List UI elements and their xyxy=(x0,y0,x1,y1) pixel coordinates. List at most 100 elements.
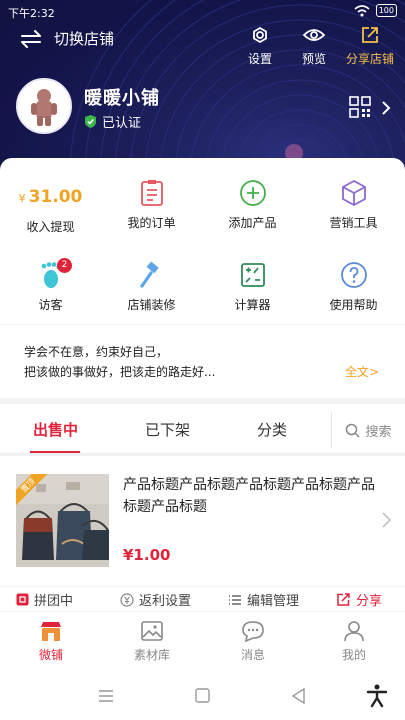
product-actions: 拼团中 返利设置 编辑管理 分享 xyxy=(0,586,405,610)
qr-code-icon[interactable] xyxy=(349,96,371,118)
share-icon xyxy=(362,27,378,43)
product-thumbnail[interactable]: 置顶 xyxy=(16,474,109,567)
add-product[interactable]: 添加产品 xyxy=(202,178,303,231)
chevron-right-icon[interactable] xyxy=(381,100,391,116)
preview-label: 预览 xyxy=(301,52,326,66)
tab-off-shelf[interactable]: 已下架 xyxy=(145,419,190,440)
baby-suit-image xyxy=(31,89,57,126)
accessibility-icon[interactable] xyxy=(366,684,388,708)
notice-read-more-link[interactable]: 全文> xyxy=(345,363,379,380)
marketing-tools[interactable]: 营销工具 xyxy=(303,178,404,231)
calculator[interactable]: 计算器 xyxy=(202,260,303,313)
group-buy-icon xyxy=(16,593,29,606)
switch-shop-button[interactable]: 切换店铺 xyxy=(20,28,114,49)
settings-label: 设置 xyxy=(247,52,272,66)
search-button[interactable]: 搜索 xyxy=(331,412,405,448)
clipboard-icon xyxy=(140,180,163,206)
edit-manage-label: 编辑管理 xyxy=(247,594,300,609)
income-amount: ¥31.00 xyxy=(18,187,83,207)
nav-materials-label: 素材库 xyxy=(133,648,170,662)
eye-icon xyxy=(302,29,326,41)
usage-help-label: 使用帮助 xyxy=(329,298,378,312)
back-triangle-icon[interactable] xyxy=(290,687,308,705)
status-time: 下午2:32 xyxy=(8,7,55,20)
notice-line-1: 学会不在意，约束好自己， xyxy=(24,345,169,359)
income-withdraw[interactable]: ¥31.00 收入提现 xyxy=(0,182,101,235)
visitors-label: 访客 xyxy=(38,298,63,312)
shop-decoration[interactable]: 店铺装修 xyxy=(101,260,202,313)
verified-label: 已认证 xyxy=(102,116,142,131)
product-price: ¥1.00 xyxy=(123,546,171,564)
shop-profile[interactable]: 暖暖小铺 已认证 xyxy=(16,78,391,138)
home-square-icon[interactable] xyxy=(194,687,212,705)
product-tabs: 出售中 已下架 分类 搜索 xyxy=(0,404,405,454)
my-orders[interactable]: 我的订单 xyxy=(101,178,202,231)
dashboard-card: ¥31.00 收入提现 我的订单 添加产品 营销工具 2 访客 店铺装修 计算器… xyxy=(0,158,405,398)
switch-shop-label: 切换店铺 xyxy=(54,30,115,48)
visitors[interactable]: 2 访客 xyxy=(0,258,101,313)
battery-indicator: 100 xyxy=(375,4,397,17)
rebate-settings-label: 返利设置 xyxy=(139,594,192,609)
wifi-icon xyxy=(354,4,370,16)
settings-button[interactable]: 设置 xyxy=(232,24,288,67)
shop-name: 暖暖小铺 xyxy=(84,88,160,109)
shield-check-icon xyxy=(85,115,96,128)
add-product-label: 添加产品 xyxy=(228,216,277,230)
nav-mine[interactable]: 我的 xyxy=(319,620,389,663)
status-bar: 下午2:32 100 xyxy=(0,0,405,24)
hammer-icon xyxy=(139,261,159,288)
yen-circle-icon xyxy=(120,592,134,607)
calculator-icon xyxy=(240,263,265,287)
marketing-tools-label: 营销工具 xyxy=(329,216,378,230)
list-icon xyxy=(229,594,241,605)
menu-icon[interactable] xyxy=(97,687,115,705)
cube-icon xyxy=(341,179,366,207)
nav-messages[interactable]: 消息 xyxy=(218,620,288,663)
notice-line-2: 把该做的事做好，把该走的路走好... xyxy=(24,365,216,379)
calculator-label: 计算器 xyxy=(234,298,271,312)
switch-arrows-icon xyxy=(21,29,41,48)
store-icon xyxy=(41,622,61,641)
shop-avatar[interactable] xyxy=(16,78,72,134)
rebate-settings-button[interactable]: 返利设置 xyxy=(120,590,191,609)
plus-circle-icon xyxy=(239,180,266,206)
user-icon xyxy=(344,621,364,642)
nav-messages-label: 消息 xyxy=(240,648,265,662)
nav-shop[interactable]: 微铺 xyxy=(16,620,86,663)
share-product-button[interactable]: 分享 xyxy=(336,590,382,609)
income-label: 收入提现 xyxy=(26,220,75,234)
help-circle-icon xyxy=(340,262,367,288)
bottom-navigation: 微铺 素材库 消息 我的 xyxy=(0,611,405,675)
nav-materials[interactable]: 素材库 xyxy=(117,620,187,663)
my-orders-label: 我的订单 xyxy=(127,216,176,230)
visitors-badge: 2 xyxy=(57,258,72,273)
notice-panel: 学会不在意，约束好自己， 把该做的事做好，把该走的路走好... 全文> xyxy=(0,324,405,388)
chevron-right-icon[interactable] xyxy=(382,512,391,528)
image-gallery-icon xyxy=(141,621,163,641)
share-product-label: 分享 xyxy=(356,594,383,609)
share-shop-button[interactable]: 分享店铺 xyxy=(340,24,400,67)
top-bar: 切换店铺 设置 预览 分享店铺 xyxy=(0,24,405,68)
product-title: 产品标题产品标题产品标题产品标题产品标题产品标题 xyxy=(123,477,375,515)
group-buy-button[interactable]: 拼团中 xyxy=(16,590,73,609)
nav-shop-label: 微铺 xyxy=(38,648,63,662)
chat-bubble-icon xyxy=(242,621,264,642)
search-label: 搜索 xyxy=(365,424,392,440)
tab-on-sale[interactable]: 出售中 xyxy=(33,419,78,440)
nav-mine-label: 我的 xyxy=(341,648,366,662)
tab-category[interactable]: 分类 xyxy=(257,419,287,440)
search-icon xyxy=(346,423,361,438)
group-buy-label: 拼团中 xyxy=(34,594,74,609)
shop-header: 下午2:32 100 切换店铺 设置 预览 分享店铺 暖暖小铺 已认证 xyxy=(0,0,405,182)
tab-active-indicator xyxy=(30,451,80,453)
edit-manage-button[interactable]: 编辑管理 xyxy=(228,590,299,609)
usage-help[interactable]: 使用帮助 xyxy=(303,260,404,313)
share-shop-label: 分享店铺 xyxy=(345,52,394,66)
system-navigation-bar xyxy=(0,675,405,720)
shop-decoration-label: 店铺装修 xyxy=(127,298,176,312)
verified-status: 已认证 xyxy=(84,112,141,131)
share-icon xyxy=(337,593,350,606)
preview-button[interactable]: 预览 xyxy=(286,24,342,67)
gear-icon xyxy=(253,26,267,44)
product-item[interactable]: 置顶 产品标题产品标题产品标题产品标题产品标题产品标题 ¥1.00 拼团中 返利… xyxy=(0,456,405,611)
